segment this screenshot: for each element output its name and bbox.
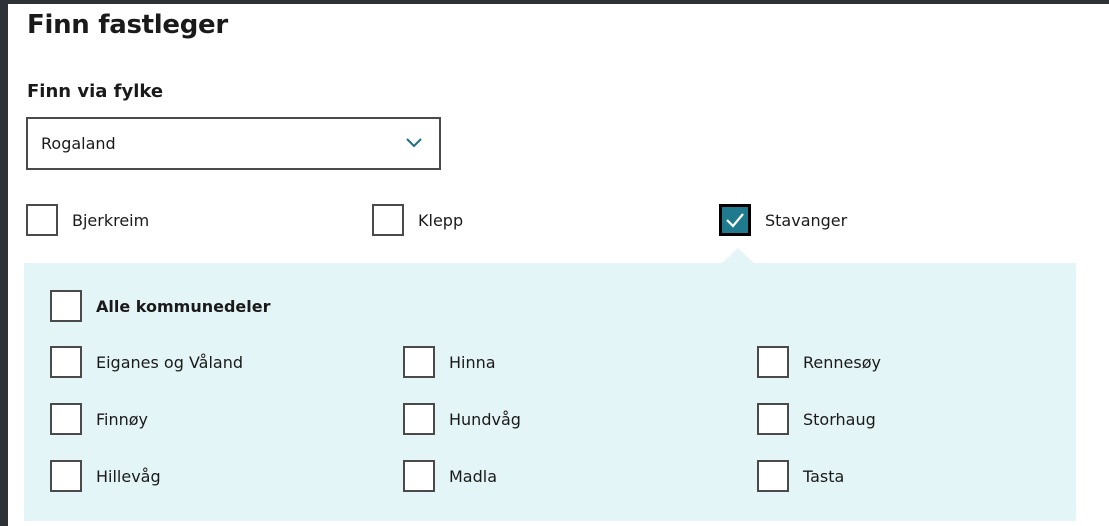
- chevron-down-icon: [406, 138, 422, 148]
- district-item[interactable]: Finnøy: [50, 403, 148, 435]
- district-item[interactable]: Storhaug: [757, 403, 876, 435]
- checkbox[interactable]: [403, 346, 435, 378]
- district-item[interactable]: Tasta: [757, 460, 844, 492]
- district-item[interactable]: Hundvåg: [403, 403, 521, 435]
- county-filter-heading: Finn via fylke: [27, 81, 164, 102]
- checkbox[interactable]: [372, 204, 404, 236]
- municipality-klepp[interactable]: Klepp: [372, 204, 463, 236]
- checkbox[interactable]: [26, 204, 58, 236]
- districts-panel: Alle kommunedeler Eiganes og Våland Finn…: [24, 263, 1076, 521]
- checkbox[interactable]: [757, 460, 789, 492]
- checkbox[interactable]: [403, 403, 435, 435]
- checkbox[interactable]: [50, 403, 82, 435]
- district-label: Hinna: [449, 352, 496, 372]
- municipality-label: Bjerkreim: [72, 210, 150, 230]
- district-label: Rennesøy: [803, 352, 881, 372]
- county-select-value: Rogaland: [41, 134, 116, 153]
- district-item[interactable]: Madla: [403, 460, 497, 492]
- district-label: Storhaug: [803, 409, 876, 429]
- checkbox[interactable]: [403, 460, 435, 492]
- district-label: Hillevåg: [96, 466, 161, 486]
- checkbox[interactable]: [50, 290, 82, 322]
- page-title: Finn fastleger: [27, 10, 228, 40]
- all-districts-checkbox[interactable]: Alle kommunedeler: [50, 290, 270, 322]
- panel-pointer: [721, 248, 755, 264]
- district-item[interactable]: Hinna: [403, 346, 496, 378]
- municipality-label: Klepp: [418, 210, 464, 230]
- checkbox[interactable]: [50, 346, 82, 378]
- district-label: Finnøy: [96, 409, 149, 429]
- district-label: Hundvåg: [449, 409, 521, 429]
- district-label: Eiganes og Våland: [96, 352, 244, 372]
- checkbox[interactable]: [757, 346, 789, 378]
- district-item[interactable]: Hillevåg: [50, 460, 161, 492]
- municipality-bjerkreim[interactable]: Bjerkreim: [26, 204, 149, 236]
- content-frame: Finn fastleger Finn via fylke Rogaland B…: [8, 4, 1109, 526]
- municipality-label: Stavanger: [765, 210, 848, 230]
- checkbox[interactable]: [50, 460, 82, 492]
- county-select[interactable]: Rogaland: [26, 117, 441, 170]
- district-item[interactable]: Eiganes og Våland: [50, 346, 243, 378]
- checkbox-checked[interactable]: [719, 204, 751, 236]
- checkbox[interactable]: [757, 403, 789, 435]
- municipality-stavanger[interactable]: Stavanger: [719, 204, 847, 236]
- district-label: Madla: [449, 466, 498, 486]
- all-districts-label: Alle kommunedeler: [96, 296, 271, 316]
- checkmark-icon: [726, 213, 744, 228]
- district-item[interactable]: Rennesøy: [757, 346, 881, 378]
- district-label: Tasta: [803, 466, 845, 486]
